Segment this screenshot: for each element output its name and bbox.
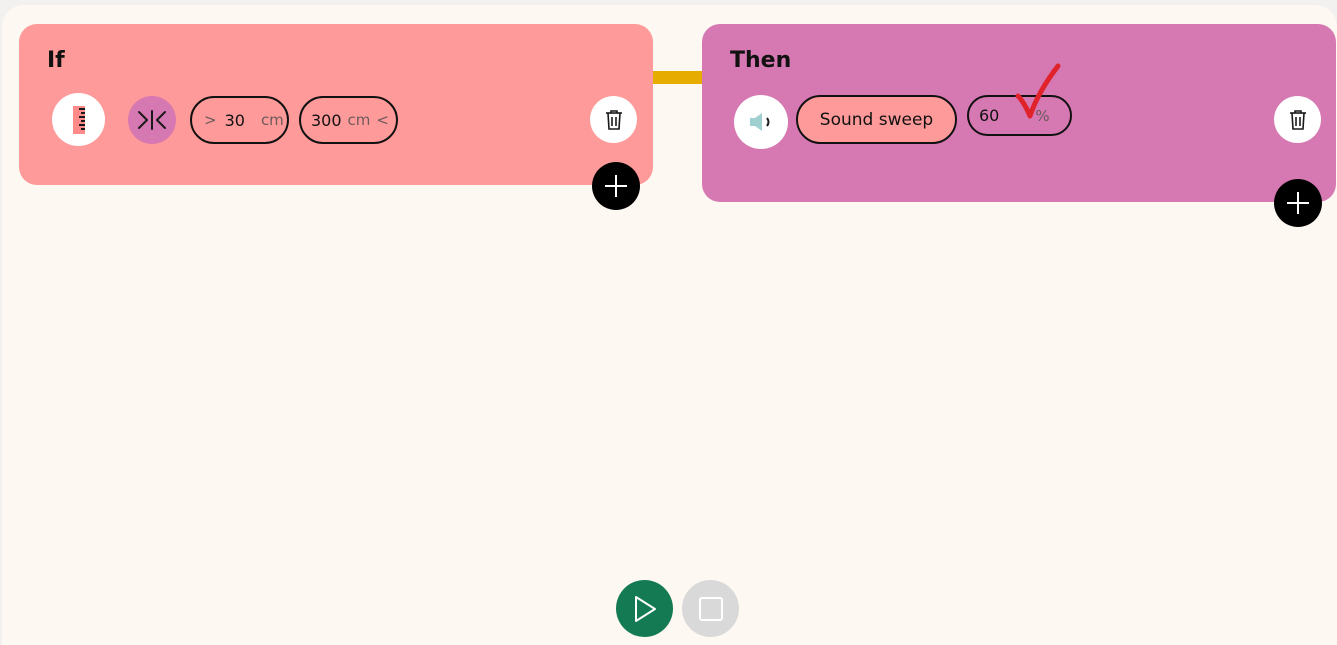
min-unit: cm xyxy=(260,111,284,129)
then-add-button[interactable] xyxy=(1274,179,1322,227)
if-block-title: If xyxy=(47,48,65,73)
action-select[interactable]: Sound sweep xyxy=(796,95,957,144)
action-label: Sound sweep xyxy=(819,109,934,130)
between-range-button[interactable] xyxy=(128,96,176,144)
min-distance-field[interactable]: > 30 cm xyxy=(190,96,289,144)
between-range-icon xyxy=(138,110,166,130)
checkmark-icon xyxy=(1015,63,1061,119)
speaker-icon xyxy=(750,113,770,131)
block-connector xyxy=(652,71,704,84)
if-block: If > 30 cm 300 cm < xyxy=(19,24,653,210)
play-icon xyxy=(634,595,656,622)
distance-sensor-button[interactable] xyxy=(52,93,105,146)
stop-icon xyxy=(698,596,723,621)
max-unit: cm xyxy=(347,111,371,129)
max-value: 300 xyxy=(311,110,342,130)
stop-button[interactable] xyxy=(682,580,739,637)
trash-icon xyxy=(605,109,622,130)
trash-icon xyxy=(1289,109,1306,130)
distance-sensor-icon xyxy=(72,105,85,134)
speaker-button[interactable] xyxy=(734,95,788,149)
min-prefix: > xyxy=(204,111,217,129)
min-value: 30 xyxy=(224,110,245,130)
plus-icon xyxy=(1287,192,1309,214)
volume-value: 60 xyxy=(979,106,1000,125)
if-add-button[interactable] xyxy=(592,162,640,210)
plus-icon xyxy=(605,175,627,197)
play-button[interactable] xyxy=(616,580,673,637)
max-distance-field[interactable]: 300 cm < xyxy=(299,96,398,144)
if-delete-button[interactable] xyxy=(590,96,637,143)
then-delete-button[interactable] xyxy=(1274,96,1321,143)
then-block-title: Then xyxy=(730,48,792,73)
max-suffix: < xyxy=(376,111,389,129)
